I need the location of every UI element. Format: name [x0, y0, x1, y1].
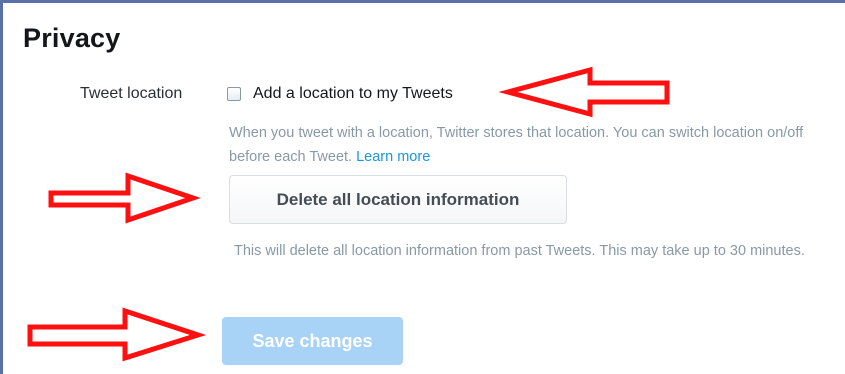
red-arrow-to-checkbox — [498, 66, 670, 118]
annotation-arrow-left-pointing — [27, 66, 670, 362]
red-arrow-to-delete-button — [48, 172, 201, 224]
red-arrow-to-save-button — [27, 307, 207, 362]
